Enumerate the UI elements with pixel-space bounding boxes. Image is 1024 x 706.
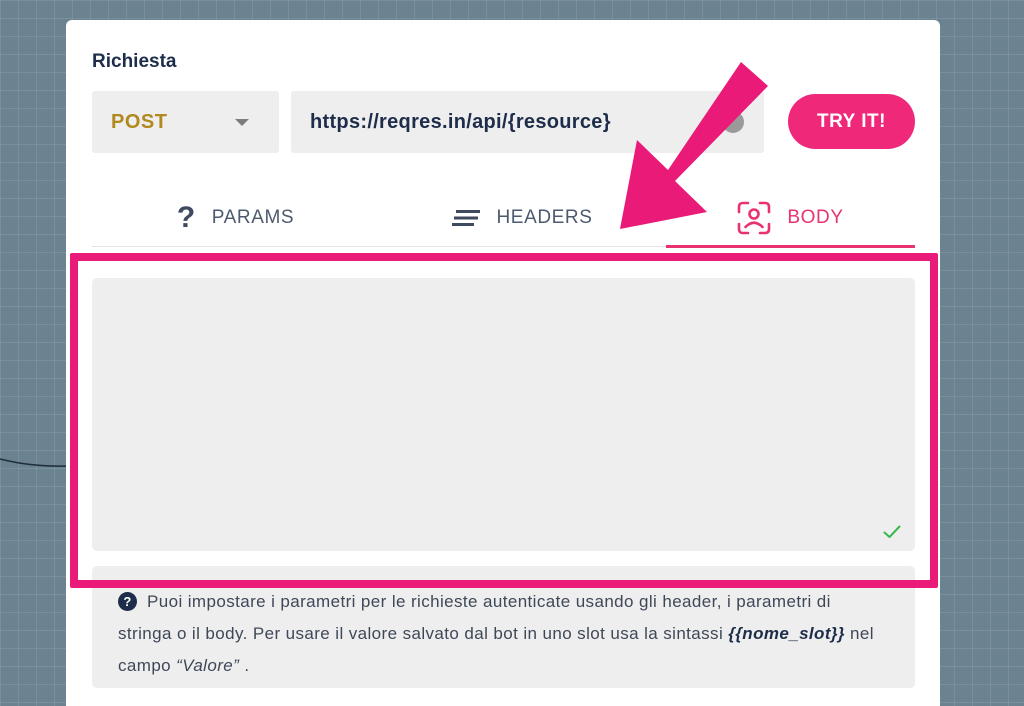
field-name: “Valore”: [176, 656, 240, 675]
request-tabs: ? PARAMS HEADERS BODY: [92, 190, 915, 248]
url-field: [291, 91, 764, 153]
lines-icon: [452, 210, 481, 226]
question-mark-icon: ?: [176, 201, 196, 234]
help-text-3: .: [239, 656, 250, 675]
method-value: POST: [111, 110, 168, 133]
request-panel: Richiesta POST TRY IT! ? PARAMS HEADERS: [66, 20, 940, 706]
tab-headers[interactable]: HEADERS: [379, 190, 666, 246]
clear-icon[interactable]: [722, 111, 744, 133]
section-title: Richiesta: [92, 51, 177, 72]
slot-syntax: {{nome_slot}}: [728, 624, 845, 643]
help-note: ? Puoi impostare i parametri per le richi…: [92, 566, 915, 688]
method-select[interactable]: POST: [92, 91, 279, 153]
tab-body-label: BODY: [787, 207, 844, 228]
tab-params-label: PARAMS: [211, 207, 295, 228]
help-text-1: Puoi impostare i parametri per le richie…: [118, 592, 831, 643]
tab-body[interactable]: BODY: [666, 190, 915, 248]
tab-headers-label: HEADERS: [496, 207, 593, 228]
check-icon: [883, 525, 901, 538]
url-input[interactable]: [291, 91, 764, 153]
tab-params[interactable]: ? PARAMS: [92, 190, 379, 246]
try-it-button[interactable]: TRY IT!: [788, 94, 915, 149]
question-circle-icon: ?: [118, 592, 137, 611]
user-body-icon: [738, 201, 771, 235]
body-editor[interactable]: [92, 278, 915, 551]
chevron-down-icon: [235, 118, 249, 126]
